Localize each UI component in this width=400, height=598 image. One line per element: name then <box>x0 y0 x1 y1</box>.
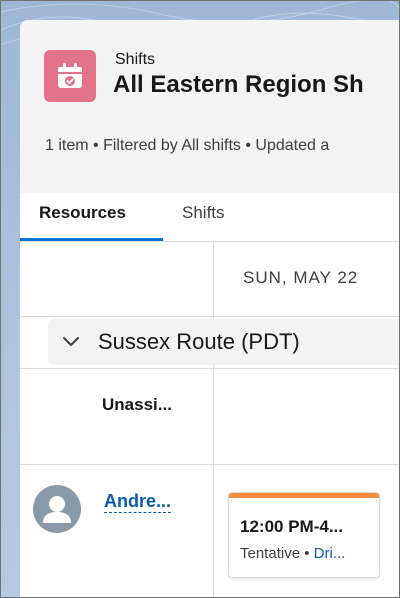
date-column-header: SUN, MAY 22 <box>243 268 359 287</box>
row-divider <box>20 464 400 465</box>
shift-card[interactable]: 12:00 PM-4... Tentative • Dri... <box>228 492 380 578</box>
column-divider <box>213 242 214 598</box>
shift-status-bar <box>229 493 379 498</box>
group-label: Sussex Route (PDT) <box>98 329 300 354</box>
shift-separator: • <box>300 545 314 562</box>
row-divider <box>20 316 400 317</box>
user-avatar-icon <box>33 485 81 533</box>
page-title: All Eastern Region Sh <box>113 71 364 98</box>
shift-details: Tentative • Dri... <box>240 545 345 562</box>
calendar-check-icon <box>44 50 96 102</box>
row-divider <box>20 368 400 369</box>
page-header: Shifts All Eastern Region Sh 1 item • Fi… <box>20 20 400 194</box>
list-meta-info: 1 item • Filtered by All shifts • Update… <box>45 137 330 154</box>
shift-time: 12:00 PM-4... <box>240 517 343 536</box>
unassigned-label: Unassi... <box>102 395 172 414</box>
list-view-card: Shifts All Eastern Region Sh 1 item • Fi… <box>20 20 400 598</box>
shift-status: Tentative <box>240 545 301 562</box>
shift-role: Dri... <box>313 545 346 562</box>
group-row-sussex-route[interactable]: Sussex Route (PDT) <box>48 319 400 365</box>
tab-bar: Resources Shifts <box>20 193 400 242</box>
object-label: Shifts <box>115 51 156 68</box>
tab-resources[interactable]: Resources <box>39 193 126 241</box>
resource-name-link[interactable]: Andre... <box>104 490 172 513</box>
active-tab-indicator <box>20 238 163 241</box>
tab-shifts[interactable]: Shifts <box>182 193 225 241</box>
chevron-down-icon[interactable] <box>62 333 80 351</box>
